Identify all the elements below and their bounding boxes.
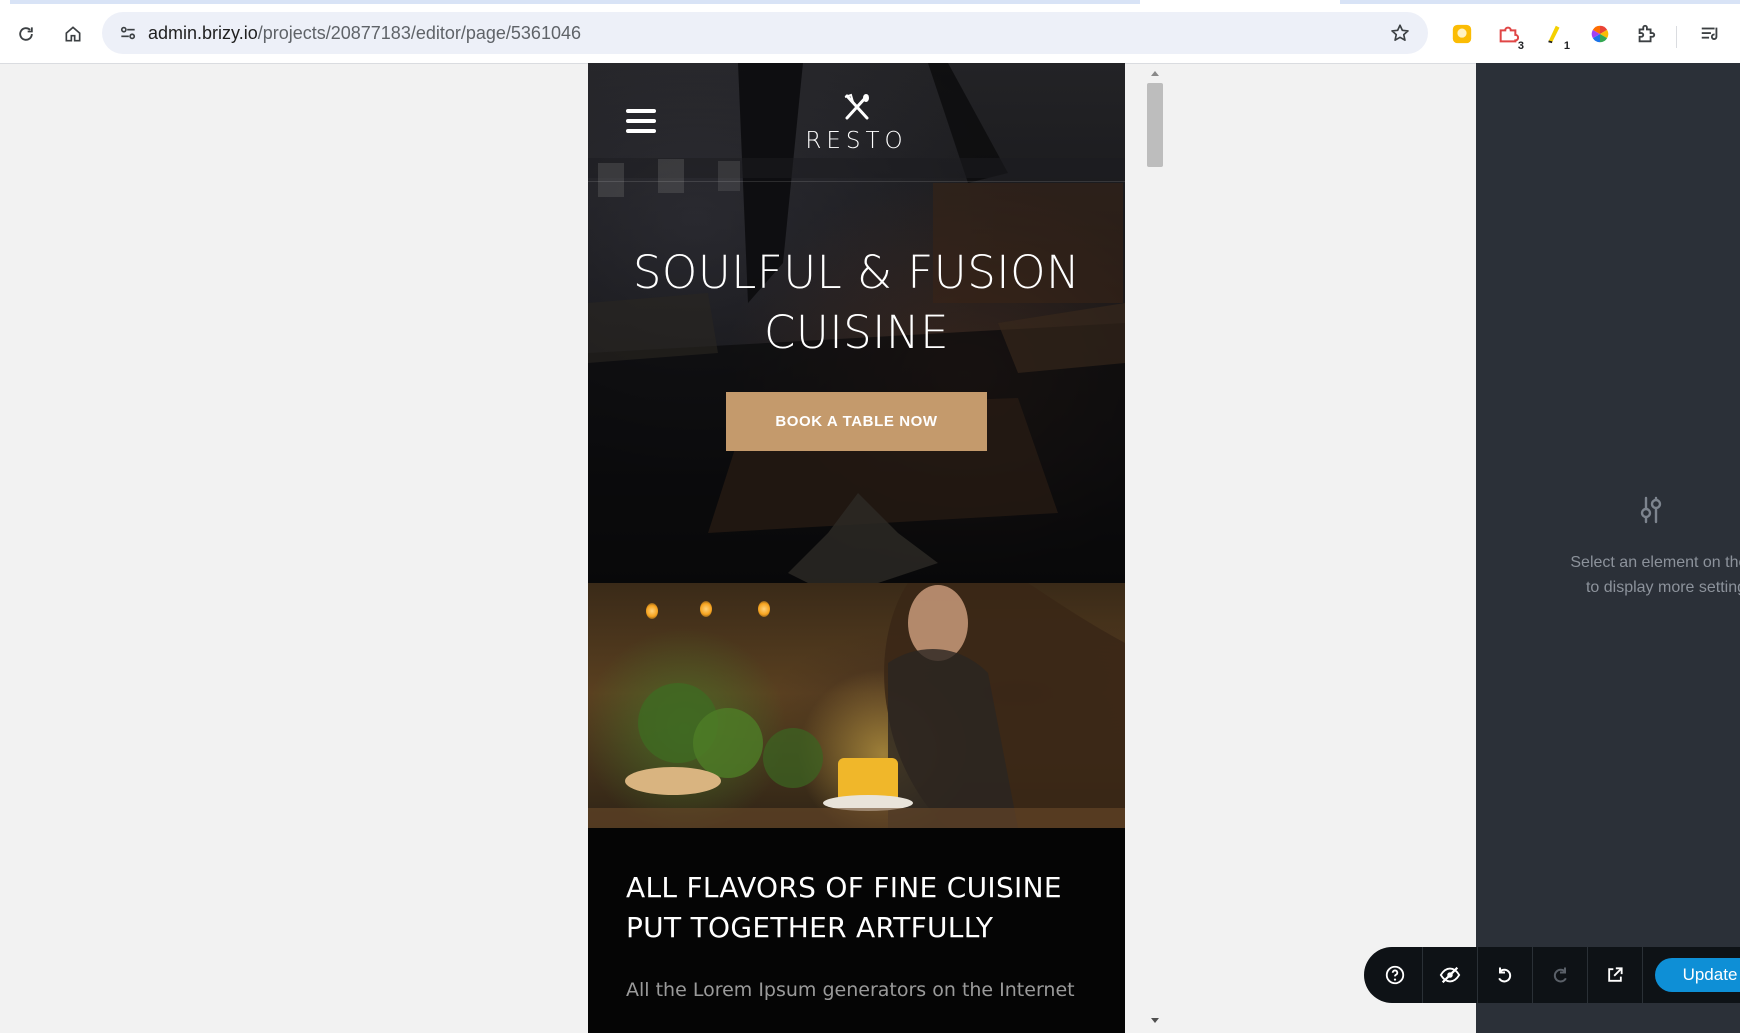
section-heading: ALL FLAVORS OF FINE CUISINE PUT TOGETHER… [626,868,1096,948]
open-external-icon[interactable] [1588,947,1641,1003]
resto-logo[interactable]: RESTO [588,93,1125,154]
preview-eye-off-icon[interactable] [1423,947,1476,1003]
extensions-puzzle-icon[interactable] [1632,20,1660,48]
preview-scrollbar[interactable] [1145,63,1165,1033]
update-button[interactable]: Update [1655,958,1740,992]
woman-eating-photo [588,583,1125,828]
reading-list-icon[interactable] [1696,20,1724,48]
hero-title-line2: CUISINE [763,306,950,359]
toolbar-separator [1642,947,1643,1003]
header-divider [588,181,1125,182]
no-selection-message: Select an element on the pa to display m… [1540,550,1740,600]
section-heading-line2: PUT TOGETHER ARTFULLY [626,911,994,944]
extension-badge: 1 [1563,40,1570,52]
reload-icon[interactable] [10,18,42,50]
book-table-button[interactable]: BOOK A TABLE NOW [726,392,987,451]
logo-text: RESTO [805,128,908,154]
url-text[interactable]: admin.brizy.io/projects/20877183/editor/… [148,12,581,54]
settings-side-panel: Select an element on the pa to display m… [1476,63,1740,1033]
browser-toolbar: admin.brizy.io/projects/20877183/editor/… [0,4,1740,64]
section-heading-line1: ALL FLAVORS OF FINE CUISINE [626,871,1062,904]
toolbar-divider [1676,26,1677,48]
no-selection-line2: to display more settings [1585,579,1740,596]
url-host: admin.brizy.io [148,23,258,43]
yellow-extension-icon[interactable] [1448,20,1476,48]
mobile-page-preview: RESTO SOULFUL & FUSION CUISINE BOOK A TA… [588,63,1125,1033]
scroll-up-arrow-icon[interactable] [1151,71,1159,76]
scrollbar-thumb[interactable] [1147,83,1163,167]
scroll-down-arrow-icon[interactable] [1151,1018,1159,1023]
site-settings-icon[interactable] [112,17,144,49]
fork-knife-icon [844,93,869,120]
about-section[interactable]: ALL FLAVORS OF FINE CUISINE PUT TOGETHER… [588,828,1125,1033]
home-icon[interactable] [57,18,89,50]
color-wheel-extension-icon[interactable] [1586,20,1614,48]
url-path: /projects/20877183/editor/page/5361046 [257,23,581,43]
section-body-text: All the Lorem Ipsum generators on the In… [626,979,1075,1001]
hero-title-line1: SOULFUL & FUSION [632,246,1081,299]
bookmark-star-icon[interactable] [1384,17,1416,49]
help-icon[interactable] [1368,947,1421,1003]
red-puzzle-extension-icon[interactable]: 3 [1494,20,1524,52]
no-selection-line1: Select an element on the pa [1570,554,1740,571]
photo-illustration [588,583,1125,828]
hero-title: SOULFUL & FUSION CUISINE [588,243,1125,363]
undo-icon[interactable] [1478,947,1531,1003]
editor-bottom-toolbar: Update [1364,947,1740,1003]
hero-section[interactable]: RESTO SOULFUL & FUSION CUISINE BOOK A TA… [588,63,1125,583]
highlighter-extension-icon[interactable]: 1 [1540,20,1570,52]
address-bar[interactable]: admin.brizy.io/projects/20877183/editor/… [102,12,1428,54]
redo-icon[interactable] [1533,947,1586,1003]
extension-badge: 3 [1517,40,1524,52]
sliders-settings-icon [1640,496,1662,524]
